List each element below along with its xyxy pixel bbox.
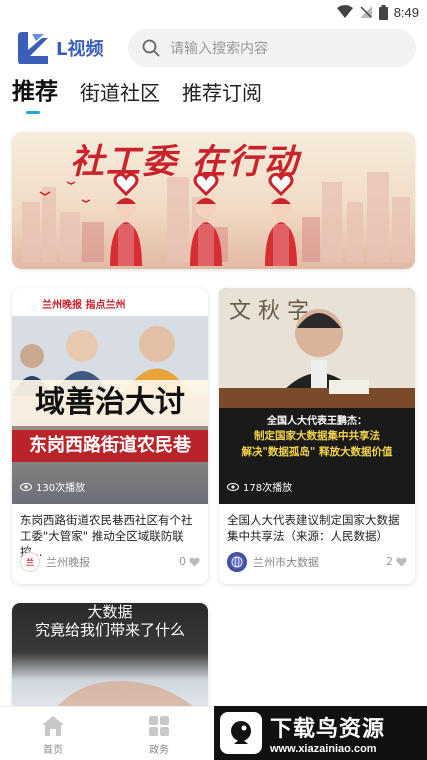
eye-icon <box>227 482 239 491</box>
status-bar: 8:49 <box>0 0 427 24</box>
video-card[interactable]: 文 秋 字 全国人大代表王鹏杰： 制定国家大数据集中共享法 解决"数据孤岛" 释… <box>219 288 415 584</box>
nav-home[interactable]: 首页 <box>23 715 83 756</box>
heart-icon <box>396 557 407 566</box>
video-thumbnail[interactable]: 大数据 究竟给我们带来了什么 <box>12 603 208 713</box>
like-count[interactable]: 2 <box>386 555 407 568</box>
home-icon <box>42 716 64 736</box>
speaker-scene: 文 秋 字 <box>219 288 415 408</box>
tab-recommend[interactable]: 推荐 <box>12 72 58 114</box>
video-thumbnail[interactable]: 文 秋 字 全国人大代表王鹏杰： 制定国家大数据集中共享法 解决"数据孤岛" 释… <box>219 288 415 504</box>
nav-label: 首页 <box>43 745 63 756</box>
app-name: L视频 <box>56 39 104 60</box>
category-tabs: 推荐 街道社区 推荐订阅 <box>12 74 284 114</box>
watermark-title: 下载鸟资源 <box>270 717 386 742</box>
tab-recommend-subscribe[interactable]: 推荐订阅 <box>182 77 262 114</box>
battery-icon <box>378 4 388 20</box>
thumb-caption-mid: 制定国家大数据集中共享法 <box>254 430 380 442</box>
hand-scene <box>52 681 202 713</box>
grid-icon <box>149 716 169 736</box>
banner[interactable]: 社工委 在行动 <box>12 132 415 269</box>
banner-title: 社工委 在行动 <box>70 142 300 182</box>
newspaper-logo-icon: 兰 <box>26 557 34 567</box>
app-logo[interactable]: L视频 <box>14 30 114 66</box>
tab-label: 推荐订阅 <box>182 81 262 105</box>
globe-icon <box>231 556 243 568</box>
video-card[interactable]: 大数据 究竟给我们带来了什么 <box>12 603 208 713</box>
video-source[interactable]: 兰州市大数据 <box>227 552 319 572</box>
signal-off-icon <box>359 6 372 18</box>
watermark-text: 下载鸟资源 www.xiazainiao.com <box>270 711 385 755</box>
tab-label: 街道社区 <box>80 81 160 105</box>
like-count-text: 2 <box>386 555 393 568</box>
tab-label: 推荐 <box>12 79 58 105</box>
thumb-caption-top: 全国人大代表王鹏杰： <box>267 416 367 427</box>
thumb-caption-bottom: 究竟给我们带来了什么 <box>34 621 185 639</box>
search-placeholder: 请输入搜索内容 <box>170 41 268 57</box>
like-count[interactable]: 0 <box>179 555 200 568</box>
nav-label: 政务 <box>149 745 169 756</box>
thumb-caption-top: 域善治大讨 <box>12 380 208 426</box>
active-tab-indicator <box>26 111 40 114</box>
thumb-caption-bottom: 东岗西路街道农民巷 <box>12 430 208 462</box>
source-name: 兰州市大数据 <box>253 556 319 569</box>
like-count-text: 0 <box>179 555 186 568</box>
thumb-logos: 兰州晚报 指点兰州 <box>12 288 208 316</box>
play-count-text: 130次播放 <box>36 483 86 494</box>
video-title[interactable]: 全国人大代表建议制定国家大数据集中共享法（来源：人民数据） <box>227 512 407 544</box>
video-thumbnail[interactable]: 兰州晚报 指点兰州 域善治大讨 东岗西路街道农民巷 130次播放 <box>12 288 208 504</box>
play-count: 130次播放 <box>20 479 85 494</box>
source-name: 兰州晚报 <box>46 556 90 569</box>
tab-street-community[interactable]: 街道社区 <box>80 77 160 114</box>
play-count-text: 178次播放 <box>243 483 293 494</box>
play-count: 178次播放 <box>227 479 292 494</box>
status-icons: 8:49 <box>336 3 419 21</box>
watermark-url: www.xiazainiao.com <box>270 743 377 755</box>
heart-icon <box>189 557 200 566</box>
watermark-logo-icon <box>220 712 262 754</box>
svg-text:文 秋 字: 文 秋 字 <box>229 299 309 324</box>
video-source[interactable]: 兰 兰州晚报 <box>20 552 90 572</box>
search-input[interactable]: 请输入搜索内容 <box>128 29 416 67</box>
search-icon <box>142 39 160 57</box>
eye-icon <box>20 482 32 491</box>
video-card[interactable]: 兰州晚报 指点兰州 域善治大讨 东岗西路街道农民巷 130次播放 东岗西路街道农… <box>12 288 208 584</box>
wifi-icon <box>336 5 353 18</box>
source-avatar <box>227 552 247 572</box>
thumb-caption-bottom: 解决"数据孤岛" 释放大数据价值 <box>241 446 393 458</box>
watermark-overlay: 下载鸟资源 www.xiazainiao.com <box>214 706 427 760</box>
nav-government[interactable]: 政务 <box>129 715 189 756</box>
header: L视频 请输入搜索内容 <box>0 26 427 70</box>
status-time: 8:49 <box>393 4 419 20</box>
logo-icon <box>18 32 48 64</box>
source-avatar: 兰 <box>20 552 40 572</box>
